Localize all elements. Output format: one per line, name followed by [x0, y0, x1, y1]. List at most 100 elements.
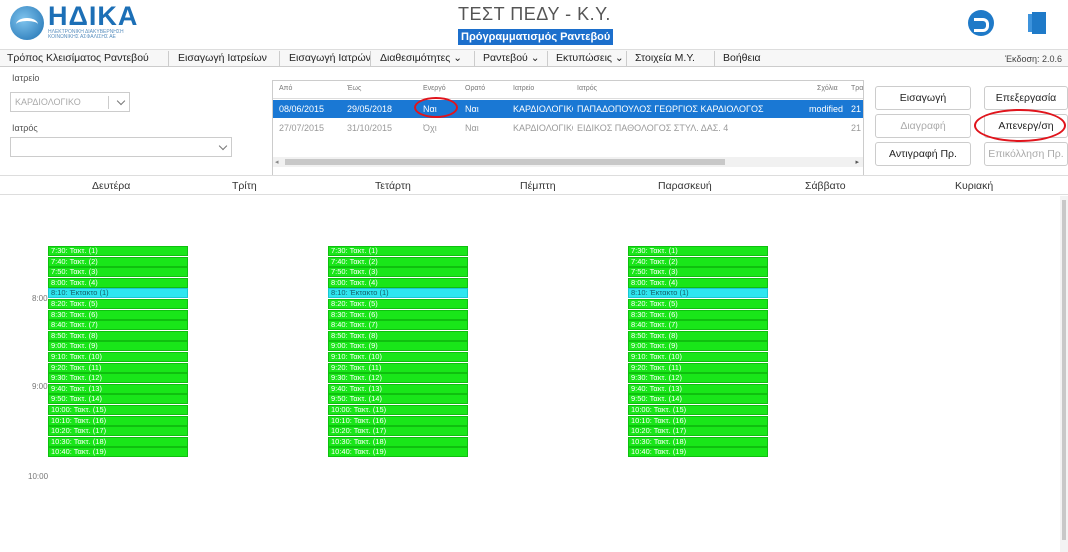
appointment-slot[interactable]: 9:40: Τακτ. (13) [48, 383, 188, 394]
day-tuesday: Τρίτη [232, 180, 257, 192]
appointment-slot[interactable]: 8:30: Τακτ. (6) [628, 309, 768, 320]
appointment-slot[interactable]: 10:30: Τακτ. (18) [328, 436, 468, 447]
appointment-slot[interactable]: 7:40: Τακτ. (2) [628, 256, 768, 267]
appointment-slot[interactable]: 8:20: Τακτ. (5) [48, 299, 188, 309]
appointment-slot[interactable]: 9:40: Τακτ. (13) [628, 383, 768, 394]
appointment-slot[interactable]: 9:00: Τακτ. (9) [48, 341, 188, 352]
menu-unit-info[interactable]: Στοιχεία Μ.Υ. [635, 52, 695, 64]
appointment-slot[interactable]: 9:50: Τακτ. (14) [328, 394, 468, 405]
appointment-slot[interactable]: 8:30: Τακτ. (6) [48, 309, 188, 320]
calendar-vertical-scrollbar[interactable] [1060, 196, 1068, 552]
doctor-select[interactable] [10, 137, 232, 157]
appointment-slot[interactable]: 10:30: Τακτ. (18) [48, 436, 188, 447]
appointment-slot[interactable]: 9:20: Τακτ. (11) [628, 362, 768, 373]
col-visible[interactable]: Ορατό [465, 85, 485, 92]
appointment-slot[interactable]: 10:30: Τακτ. (18) [628, 436, 768, 447]
col-clinic[interactable]: Ιατρείο [513, 85, 534, 92]
grid-horizontal-scrollbar[interactable]: ◂ ▸ [273, 157, 863, 167]
appointment-slot[interactable]: 8:20: Τακτ. (5) [328, 299, 468, 309]
appointment-slot[interactable]: 7:30: Τακτ. (1) [628, 246, 768, 256]
cell-visible: Ναι [465, 104, 479, 114]
appointment-slot[interactable]: 7:40: Τακτ. (2) [328, 256, 468, 267]
appointment-slot[interactable]: 10:00: Τακτ. (15) [48, 405, 188, 415]
deactivate-button[interactable]: Απενεργ/ση [984, 114, 1068, 138]
appointment-slot[interactable]: 7:50: Τακτ. (3) [328, 267, 468, 278]
clinic-select[interactable]: ΚΑΡΔΙΟΛΟΓΙΚΟ [10, 92, 130, 112]
appointment-slot[interactable]: 8:40: Τακτ. (7) [48, 320, 188, 331]
menu-appointment-mode[interactable]: Τρόπος Κλεισίματος Ραντεβού [7, 52, 149, 64]
appointment-slot[interactable]: 9:10: Τακτ. (10) [48, 352, 188, 362]
appointment-slot[interactable]: 10:20: Τακτ. (17) [328, 426, 468, 437]
copy-schedule-button[interactable]: Αντιγραφή Πρ. [875, 142, 971, 166]
menu-help[interactable]: Βοήθεια [723, 52, 761, 64]
appointment-slot[interactable]: 9:20: Τακτ. (11) [48, 362, 188, 373]
scroll-left-icon[interactable]: ◂ [275, 158, 279, 166]
appointment-slot[interactable]: 7:40: Τακτ. (2) [48, 256, 188, 267]
appointment-slot[interactable]: 8:50: Τακτ. (8) [48, 330, 188, 341]
appointment-slot[interactable]: 8:50: Τακτ. (8) [328, 330, 468, 341]
col-comments[interactable]: Σχόλια [817, 85, 838, 92]
menu-appointments[interactable]: Ραντεβού ⌄ [483, 52, 540, 64]
col-extra[interactable]: Τρα [851, 85, 863, 92]
appointment-slot[interactable]: 8:40: Τακτ. (7) [328, 320, 468, 331]
appointment-slot[interactable]: 7:30: Τακτ. (1) [48, 246, 188, 256]
scroll-thumb[interactable] [285, 159, 725, 165]
appointment-slot[interactable]: 10:40: Τακτ. (19) [628, 447, 768, 458]
appointment-slot[interactable]: 9:10: Τακτ. (10) [328, 352, 468, 362]
appointment-slot[interactable]: 9:00: Τακτ. (9) [328, 341, 468, 352]
appointment-slot[interactable]: 9:40: Τακτ. (13) [328, 383, 468, 394]
appointment-slot[interactable]: 8:30: Τακτ. (6) [328, 309, 468, 320]
scroll-right-icon[interactable]: ▸ [855, 158, 859, 166]
cell-to: 31/10/2015 [347, 123, 393, 133]
appointment-slot[interactable]: 8:40: Τακτ. (7) [628, 320, 768, 331]
appointment-slot[interactable]: 10:00: Τακτ. (15) [628, 405, 768, 415]
appointment-slot[interactable]: 10:10: Τακτ. (16) [628, 415, 768, 426]
table-row[interactable]: 08/06/2015 29/05/2018 Ναι Ναι ΚΑΡΔΙΟΛΟΓΙ… [273, 100, 863, 118]
appointment-slot[interactable]: 7:50: Τακτ. (3) [48, 267, 188, 278]
appointment-slot[interactable]: 8:10: Έκτακτο (1) [328, 288, 468, 299]
appointment-slot[interactable]: 10:20: Τακτ. (17) [48, 426, 188, 437]
appointment-slot[interactable]: 9:50: Τακτ. (14) [48, 394, 188, 405]
edit-button[interactable]: Επεξεργασία [984, 86, 1068, 110]
cell-extra: 21 [851, 104, 862, 114]
appointment-slot[interactable]: 10:10: Τακτ. (16) [48, 415, 188, 426]
menu-prints[interactable]: Εκτυπώσεις ⌄ [556, 52, 624, 64]
cell-visible: Ναι [465, 123, 479, 133]
delete-button[interactable]: Διαγραφή [875, 114, 971, 138]
scroll-thumb[interactable] [1062, 200, 1066, 540]
appointment-slot[interactable]: 7:30: Τακτ. (1) [328, 246, 468, 256]
exit-door-icon[interactable] [1026, 10, 1052, 36]
appointment-slot[interactable]: 9:30: Τακτ. (12) [628, 373, 768, 384]
appointment-slot[interactable]: 9:00: Τακτ. (9) [628, 341, 768, 352]
appointment-slot[interactable]: 10:00: Τακτ. (15) [328, 405, 468, 415]
paste-schedule-button[interactable]: Επικόλληση Πρ. [984, 142, 1068, 166]
appointment-slot[interactable]: 8:50: Τακτ. (8) [628, 330, 768, 341]
col-from[interactable]: Από [279, 85, 292, 92]
menu-insert-doctors[interactable]: Εισαγωγή Ιατρών [289, 52, 371, 64]
appointment-slot[interactable]: 9:30: Τακτ. (12) [328, 373, 468, 384]
appointment-slot[interactable]: 10:20: Τακτ. (17) [628, 426, 768, 437]
col-active[interactable]: Ενεργό [423, 85, 446, 92]
appointment-slot[interactable]: 8:10: Έκτακτο (1) [48, 288, 188, 299]
appointment-slot[interactable]: 9:20: Τακτ. (11) [328, 362, 468, 373]
appointment-slot[interactable]: 8:00: Τακτ. (4) [628, 277, 768, 288]
col-to[interactable]: Έως [347, 85, 361, 92]
col-doctor[interactable]: Ιατρός [577, 85, 597, 92]
table-row[interactable]: 27/07/2015 31/10/2015 Όχι Ναι ΚΑΡΔΙΟΛΟΓΙ… [273, 119, 863, 137]
appointment-slot[interactable]: 10:40: Τακτ. (19) [328, 447, 468, 458]
appointment-slot[interactable]: 10:10: Τακτ. (16) [328, 415, 468, 426]
menu-availability[interactable]: Διαθεσιμότητες ⌄ [380, 52, 462, 64]
appointment-slot[interactable]: 8:00: Τακτ. (4) [48, 277, 188, 288]
insert-button[interactable]: Εισαγωγή [875, 86, 971, 110]
appointment-slot[interactable]: 7:50: Τακτ. (3) [628, 267, 768, 278]
menu-insert-clinics[interactable]: Εισαγωγή Ιατρείων [178, 52, 267, 64]
appointment-slot[interactable]: 8:10: Έκτακτο (1) [628, 288, 768, 299]
appointment-slot[interactable]: 10:40: Τακτ. (19) [48, 447, 188, 458]
appointment-slot[interactable]: 9:30: Τακτ. (12) [48, 373, 188, 384]
appointment-slot[interactable]: 8:00: Τακτ. (4) [328, 277, 468, 288]
appointment-slot[interactable]: 8:20: Τακτ. (5) [628, 299, 768, 309]
day-thursday: Πέμπτη [520, 180, 556, 192]
appointment-slot[interactable]: 9:50: Τακτ. (14) [628, 394, 768, 405]
refresh-arrow-icon[interactable] [968, 10, 994, 36]
appointment-slot[interactable]: 9:10: Τακτ. (10) [628, 352, 768, 362]
